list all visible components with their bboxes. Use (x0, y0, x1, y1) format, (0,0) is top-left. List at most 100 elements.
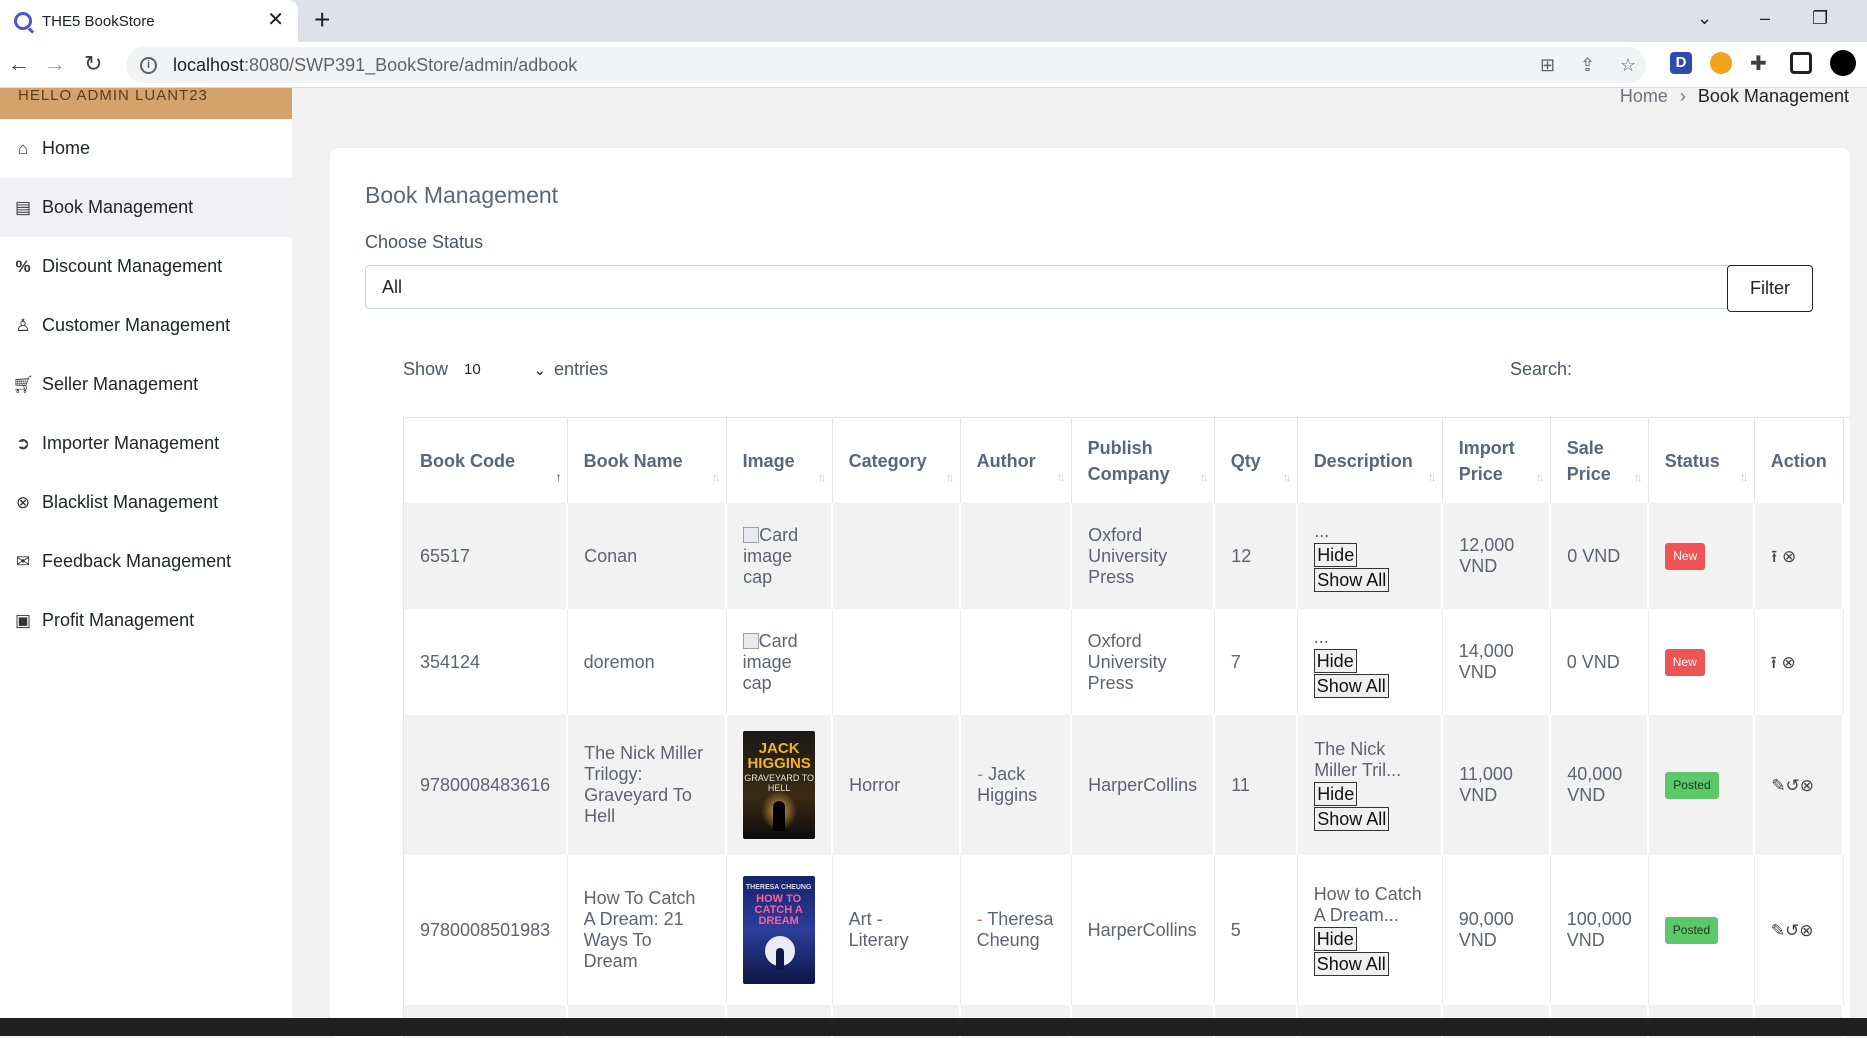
show-all-button[interactable]: Show All (1313, 673, 1389, 698)
cell-description: The Nick Miller Tril... Hide Show All (1297, 715, 1444, 855)
profile-avatar[interactable] (1830, 50, 1856, 76)
header-label: Book Name (583, 450, 683, 471)
delete-circle-icon[interactable]: ⊗ (1800, 776, 1814, 795)
translate-icon[interactable]: ⊞ (1540, 55, 1555, 76)
entries-select-value: 10 (464, 361, 481, 378)
sidebar-item-blacklist-management[interactable]: ⊗ Blacklist Management (0, 473, 292, 532)
browser-tab[interactable]: THE5 BookStore ✕ (0, 0, 298, 42)
column-header[interactable]: Book Code ↑ (404, 418, 568, 503)
column-header[interactable]: Publish Company ↑↓ (1071, 418, 1215, 503)
sidebar-item-profit-management[interactable]: ▣ Profit Management (0, 591, 292, 650)
sidebar-item-customer-management[interactable]: ♙ Customer Management (0, 296, 292, 355)
sort-icon: ↑↓ (711, 470, 721, 484)
table-row: 9780008501983 How To Catch A Dream: 21 W… (404, 855, 1844, 1005)
table-row: 9780008483616 The Nick Miller Trilogy: G… (404, 715, 1845, 855)
sidebar-item-importer-management[interactable]: ➲ Importer Management (0, 414, 292, 473)
column-header[interactable]: Image ↑↓ (726, 418, 833, 503)
edit-pencil-icon[interactable]: ✎ (1771, 776, 1785, 795)
status-badge: New (1664, 648, 1705, 676)
sidebar-item-label: Importer Management (42, 433, 220, 453)
book-icon: ▤ (14, 197, 32, 217)
author-name: Theresa Cheung (976, 909, 1054, 950)
tab-close-icon[interactable]: ✕ (267, 10, 284, 30)
browser-toolbar: ← → ↻ i localhost:8080/SWP391_BookStore/… (0, 42, 1867, 88)
hide-button[interactable]: Hide (1313, 927, 1357, 951)
cover-author: JACK HIGGINS (747, 740, 811, 772)
entries-label: entries (554, 359, 609, 379)
new-tab-icon[interactable]: + (314, 6, 330, 34)
undo-icon[interactable]: ↺ (1785, 921, 1799, 940)
sidebar-item-discount-management[interactable]: % Discount Management (0, 237, 292, 296)
address-bar[interactable]: i localhost:8080/SWP391_BookStore/admin/… (126, 47, 1646, 83)
sidebar-item-label: Customer Management (42, 315, 231, 335)
bookmark-star-icon[interactable]: ☆ (1620, 55, 1636, 76)
cell-image: THERESA CHEUNG HOW TO CATCH A DREAM (726, 855, 833, 1005)
minimize-icon[interactable]: – (1760, 8, 1770, 29)
column-header[interactable]: Book Name ↑↓ (567, 418, 727, 503)
header-label: Author (976, 450, 1036, 471)
cell-author: - Theresa Cheung (960, 855, 1072, 1005)
url-path: :8080/SWP391_BookStore/admin/adbook (244, 54, 578, 75)
extension-d-icon[interactable]: D (1670, 52, 1692, 74)
cell-status: New (1648, 503, 1756, 609)
browser-tabstrip: THE5 BookStore ✕ + ⌄ – ❐ (0, 0, 1867, 42)
forward-icon[interactable]: → (44, 52, 66, 76)
reload-icon[interactable]: ↻ (84, 52, 102, 76)
column-header[interactable]: Sale Price ↑↓ (1550, 418, 1649, 503)
site-info-icon[interactable]: i (140, 56, 157, 74)
sort-icon: ↑↓ (817, 470, 827, 484)
column-header[interactable]: Status ↑↓ (1648, 418, 1755, 503)
extensions-puzzle-icon[interactable]: ✚ (1750, 52, 1767, 76)
show-all-button[interactable]: Show All (1313, 952, 1389, 976)
sidebar-item-home[interactable]: ⌂ Home (0, 119, 292, 178)
upload-icon[interactable]: ⭱ (1771, 653, 1777, 672)
show-all-button[interactable]: Show All (1314, 807, 1390, 831)
books-table: Book Code ↑ Book Name ↑↓ Image ↑↓ Category ↑… (404, 418, 1845, 1038)
entries-select[interactable]: 10 ⌄ (464, 361, 554, 379)
status-select[interactable]: All ▲▼ (365, 265, 1759, 309)
extension-orange-icon[interactable] (1710, 52, 1732, 74)
cover-title: GRAVEYARD TO HELL (744, 773, 815, 793)
upload-icon[interactable]: ⭱ (1771, 547, 1777, 566)
hide-button[interactable]: Hide (1313, 648, 1357, 673)
hide-button[interactable]: Hide (1314, 542, 1358, 567)
edit-pencil-icon[interactable]: ✎ (1771, 921, 1785, 940)
share-icon[interactable]: ⇪ (1580, 55, 1595, 76)
side-panel-icon[interactable] (1790, 52, 1812, 74)
header-label: Price (1458, 463, 1503, 484)
sidebar-item-seller-management[interactable]: 🛒︎ Seller Management (0, 355, 292, 414)
undo-icon[interactable]: ↺ (1786, 776, 1800, 795)
cell-import-price: 12,000 VND (1442, 503, 1552, 609)
delete-circle-icon[interactable]: ⊗ (1782, 547, 1796, 566)
restore-icon[interactable]: ❐ (1812, 8, 1828, 29)
tab-search-icon[interactable]: ⌄ (1697, 8, 1712, 29)
delete-circle-icon[interactable]: ⊗ (1781, 653, 1795, 672)
breadcrumb-home[interactable]: Home (1620, 86, 1668, 106)
header-label: Status (1664, 450, 1720, 471)
delete-circle-icon[interactable]: ⊗ (1799, 921, 1813, 940)
column-header[interactable]: Import Price ↑↓ (1442, 418, 1551, 503)
sort-icon: ↑↓ (1739, 470, 1749, 484)
show-all-button[interactable]: Show All (1314, 567, 1390, 592)
back-icon[interactable]: ← (8, 52, 30, 76)
column-header[interactable]: Category ↑↓ (832, 418, 961, 503)
sidebar-item-feedback-management[interactable]: ✉ Feedback Management (0, 532, 292, 591)
filter-button[interactable]: Filter (1727, 265, 1813, 312)
cell-book-code: 9780008501983 (404, 855, 568, 1005)
column-header[interactable]: Author ↑↓ (960, 418, 1072, 503)
hide-button[interactable]: Hide (1314, 782, 1358, 806)
page-title: Book Management (365, 182, 559, 208)
sort-icon: ↑↓ (1282, 470, 1292, 484)
header-label: Qty (1230, 450, 1261, 471)
hello-text: HELLO ADMIN LUANT23 (18, 88, 208, 104)
sidebar-item-label: Profit Management (42, 610, 195, 630)
column-header[interactable]: Description ↑↓ (1297, 418, 1443, 503)
cell-category (832, 609, 961, 715)
percent-icon: % (15, 256, 31, 276)
cart-icon: 🛒︎ (12, 374, 34, 394)
user-icon: ♙ (15, 315, 31, 335)
header-label: Description (1313, 450, 1413, 471)
books-table-wrapper: Book Code ↑ Book Name ↑↓ Image ↑↓ Category ↑… (403, 417, 1850, 1038)
sidebar-item-book-management[interactable]: ▤ Book Management (0, 178, 292, 237)
column-header[interactable]: Qty ↑↓ (1214, 418, 1298, 503)
